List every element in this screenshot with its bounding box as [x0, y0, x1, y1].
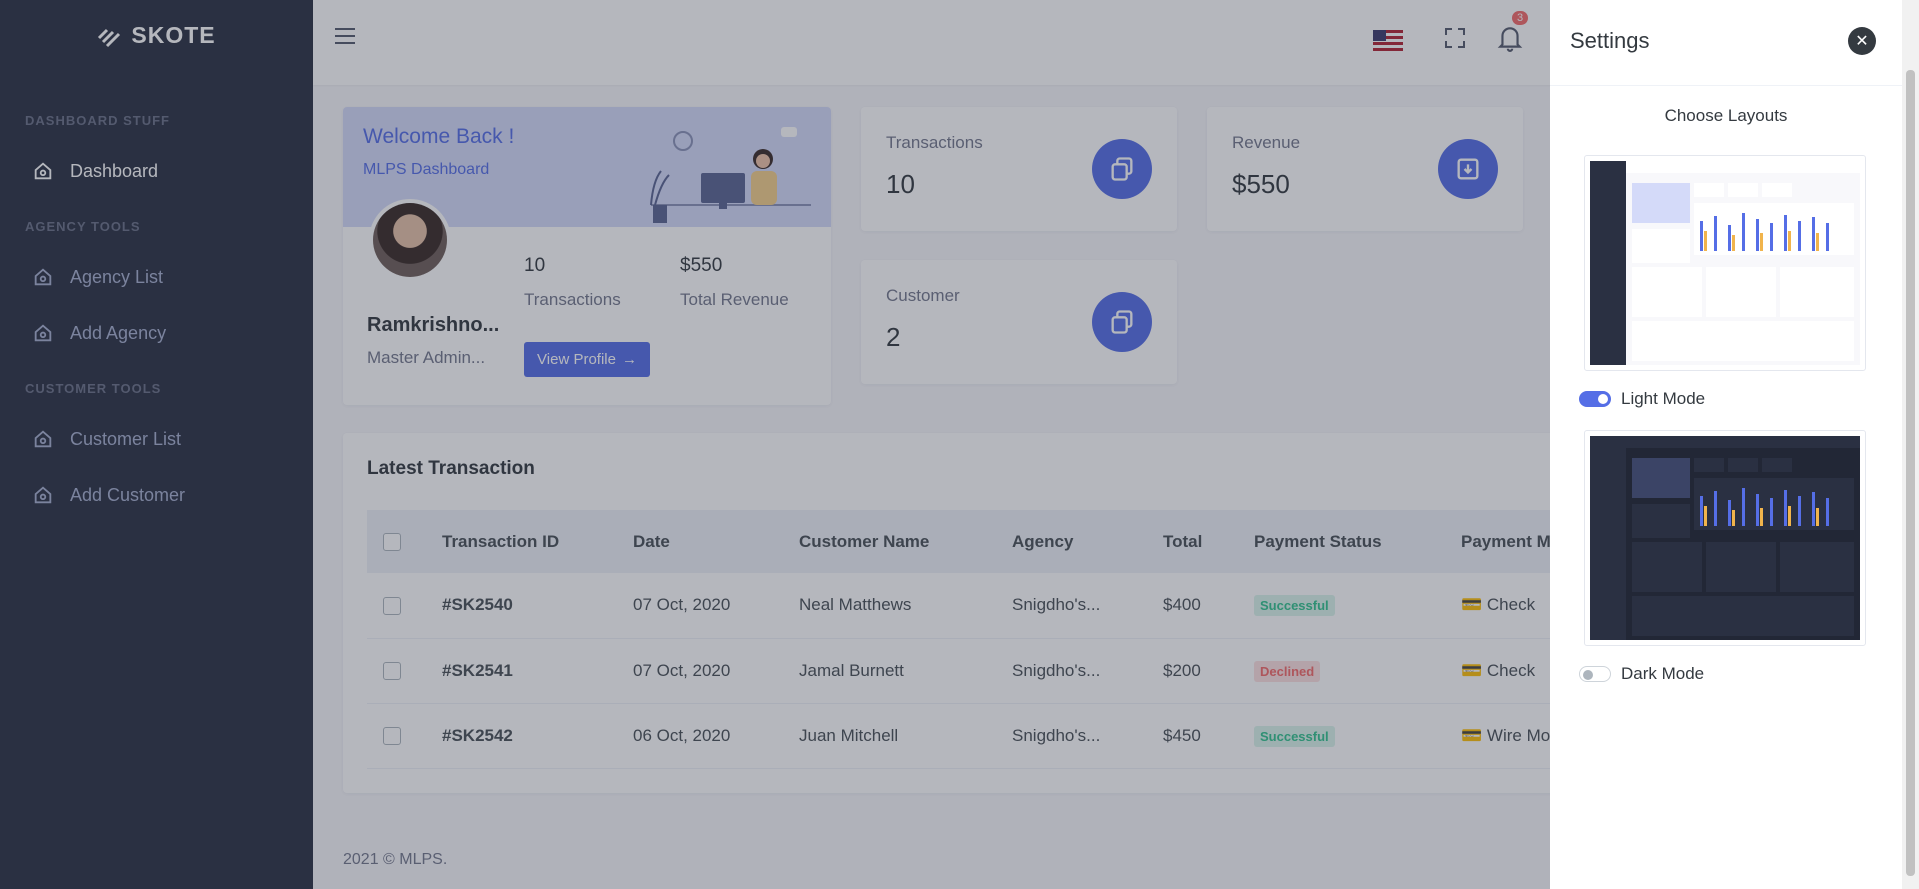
- settings-panel: Settings ✕ Choose Layouts Light Mode Dar…: [1550, 0, 1902, 889]
- light-mode-switch[interactable]: [1579, 391, 1611, 407]
- light-layout-thumbnail[interactable]: [1584, 155, 1866, 371]
- dark-mode-label: Dark Mode: [1621, 664, 1705, 683]
- close-icon[interactable]: ✕: [1848, 27, 1876, 55]
- backdrop-overlay[interactable]: [0, 0, 1550, 889]
- dark-layout-preview: [1590, 436, 1860, 640]
- choose-layouts-title: Choose Layouts: [1664, 106, 1788, 125]
- dark-mode-toggle[interactable]: Dark Mode: [1579, 664, 1704, 684]
- settings-header: Settings ✕: [1550, 0, 1902, 86]
- light-layout-preview: [1590, 161, 1860, 365]
- settings-title: Settings: [1570, 28, 1650, 53]
- dark-mode-switch[interactable]: [1579, 666, 1611, 682]
- settings-scrollbar[interactable]: [1902, 0, 1919, 889]
- light-mode-label: Light Mode: [1621, 389, 1706, 408]
- dark-layout-thumbnail[interactable]: [1584, 430, 1866, 646]
- light-mode-toggle[interactable]: Light Mode: [1579, 389, 1705, 409]
